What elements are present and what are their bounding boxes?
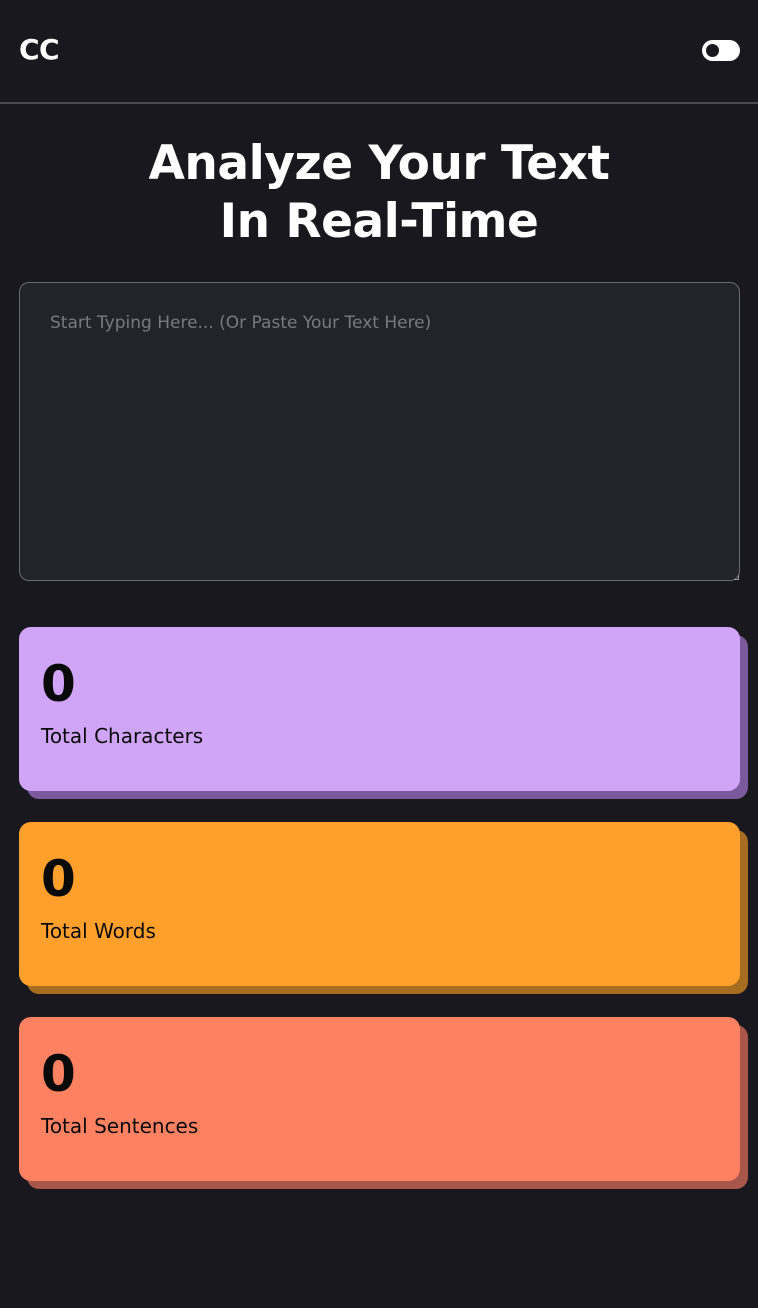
page-title-line-1: Analyze Your Text: [148, 136, 610, 191]
text-input[interactable]: [19, 282, 740, 581]
toggle-knob-icon: [706, 44, 719, 57]
app-header: CC: [0, 0, 758, 104]
stat-card-sentences: 0 Total Sentences: [19, 1017, 740, 1181]
stat-card-characters: 0 Total Characters: [19, 627, 740, 791]
characters-count: 0: [41, 655, 76, 713]
resize-grip-icon[interactable]: [734, 575, 739, 580]
sentences-label: Total Sentences: [41, 1114, 199, 1138]
theme-toggle[interactable]: [702, 40, 740, 61]
page-title: Analyze Your Text In Real-Time: [0, 135, 758, 251]
page-title-line-2: In Real-Time: [219, 194, 539, 249]
app-logo[interactable]: CC: [19, 33, 60, 67]
stat-card-words: 0 Total Words: [19, 822, 740, 986]
words-label: Total Words: [41, 919, 156, 943]
characters-label: Total Characters: [41, 724, 204, 748]
words-count: 0: [41, 850, 76, 908]
sentences-count: 0: [41, 1045, 76, 1103]
